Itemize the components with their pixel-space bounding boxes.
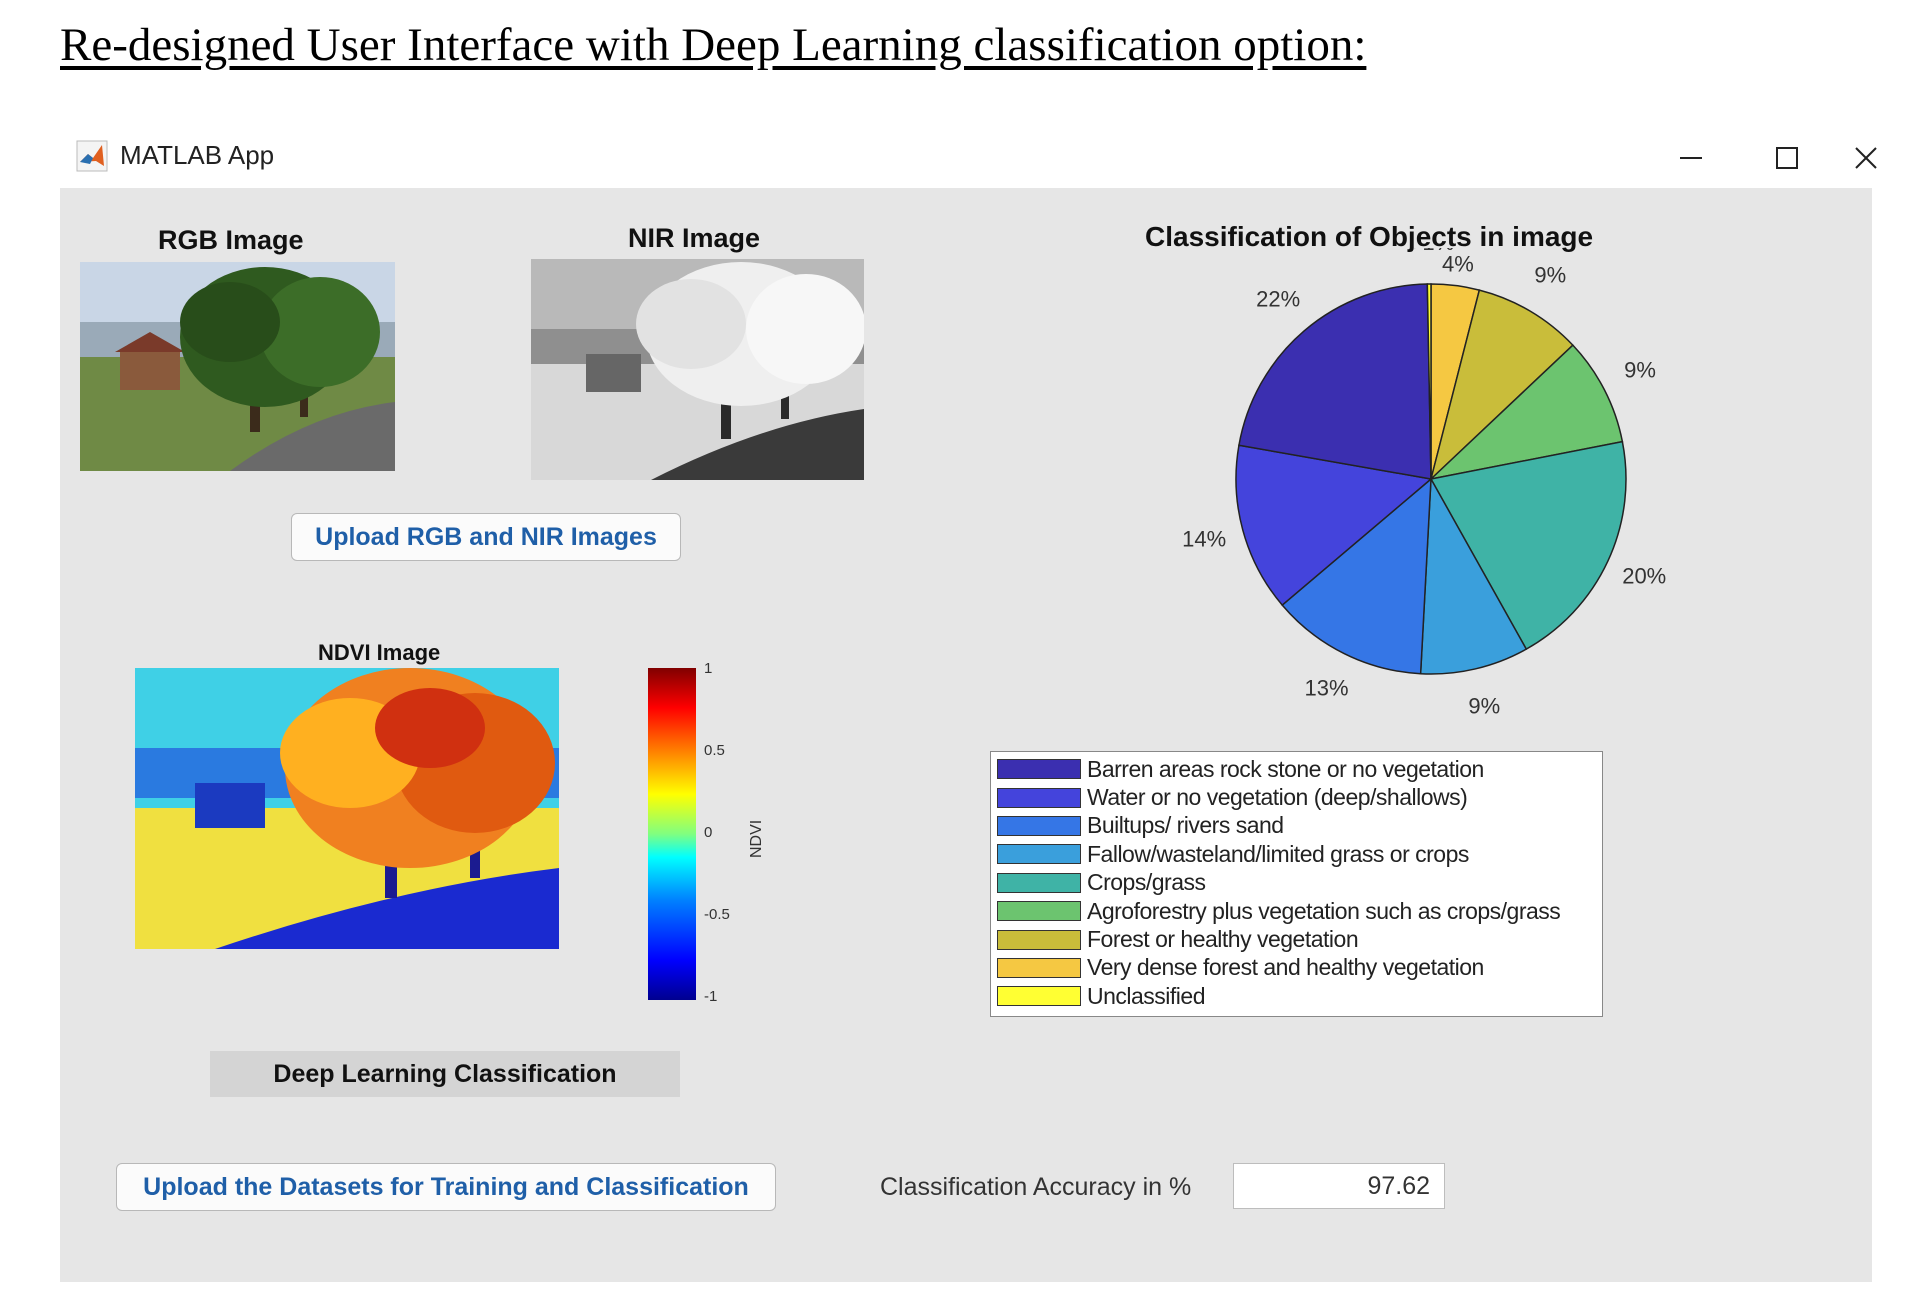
ndvi-image — [135, 668, 559, 949]
rgb-image — [80, 262, 395, 471]
pie-slice-label: 14% — [1182, 526, 1226, 551]
legend-swatch — [997, 929, 1081, 950]
colorbar-tick-1: 1 — [704, 660, 713, 677]
legend-label: Agroforestry plus vegetation such as cro… — [1087, 897, 1561, 924]
legend-label: Forest or healthy vegetation — [1087, 926, 1359, 953]
pie-slice-label: 22% — [1256, 286, 1300, 311]
maximize-button[interactable] — [1742, 128, 1832, 188]
legend-label: Fallow/wasteland/limited grass or crops — [1087, 840, 1469, 867]
rgb-image-label: RGB Image — [158, 225, 304, 255]
nir-image-label: NIR Image — [628, 223, 761, 253]
pie-slice-label: 20% — [1622, 564, 1666, 589]
legend-item: Crops/grass — [997, 869, 1596, 897]
legend-swatch — [997, 872, 1081, 893]
legend-item: Barren areas rock stone or no vegetation — [997, 755, 1596, 783]
colorbar-tick-0: 0 — [704, 824, 713, 841]
pie-slice — [1238, 283, 1432, 480]
legend-swatch — [997, 957, 1081, 978]
upload-datasets-button[interactable]: Upload the Datasets for Training and Cla… — [116, 1163, 776, 1211]
legend-item: Very dense forest and healthy vegetation — [997, 954, 1596, 982]
upload-rgb-nir-button[interactable]: Upload RGB and NIR Images — [291, 513, 681, 561]
legend-item: Water or no vegetation (deep/shallows) — [997, 783, 1596, 811]
legend-swatch — [997, 986, 1081, 1007]
colorbar-tick-neg-1: -1 — [704, 988, 718, 1005]
matlab-logo-icon — [76, 140, 108, 172]
legend-label: Unclassified — [1087, 982, 1206, 1009]
legend-item: Forest or healthy vegetation — [997, 925, 1596, 953]
accuracy-field[interactable] — [1233, 1163, 1445, 1209]
maximize-icon — [1776, 147, 1798, 169]
pie-chart: 4% 9% 9% 20% 9% 13% 14% 22% < 1% — [1182, 248, 1666, 719]
close-icon — [1855, 147, 1877, 169]
pie-slice-label: 13% — [1305, 675, 1349, 700]
colorbar-tick-neg-0-5: -0.5 — [704, 906, 730, 923]
deep-learning-classification-label: Deep Learning Classification — [210, 1051, 680, 1097]
legend-swatch — [997, 787, 1081, 808]
pie-slice-label: 9% — [1624, 357, 1656, 382]
pie-slice-label: 9% — [1468, 694, 1500, 719]
legend-swatch — [997, 815, 1081, 836]
legend-item: Agroforestry plus vegetation such as cro… — [997, 897, 1596, 925]
legend-item: Builtups/ rivers sand — [997, 812, 1596, 840]
nir-image — [531, 259, 864, 480]
colorbar-tick-0-5: 0.5 — [704, 742, 725, 759]
pie-slice-label: 4% — [1442, 251, 1474, 276]
legend-label: Barren areas rock stone or no vegetation — [1087, 755, 1484, 782]
legend-item: Fallow/wasteland/limited grass or crops — [997, 840, 1596, 868]
ndvi-colorbar — [648, 668, 696, 1000]
legend-label: Builtups/ rivers sand — [1087, 812, 1284, 839]
legend-label: Very dense forest and healthy vegetation — [1087, 954, 1484, 981]
legend-swatch — [997, 901, 1081, 922]
pie-legend: Barren areas rock stone or no vegetation… — [990, 751, 1603, 1017]
ndvi-image-label: NDVI Image — [318, 640, 441, 665]
legend-label: Water or no vegetation (deep/shallows) — [1087, 784, 1468, 811]
minimize-button[interactable] — [1646, 128, 1736, 188]
app-panel: RGB Image NIR Image Upload RGB and NIR I… — [60, 188, 1872, 1282]
pie-slice-label: < 1% — [1403, 248, 1454, 255]
window-title: MATLAB App — [120, 140, 275, 170]
document-heading: Re-designed User Interface with Deep Lea… — [60, 19, 1367, 71]
close-button[interactable] — [1838, 128, 1894, 188]
accuracy-label: Classification Accuracy in % — [880, 1173, 1192, 1201]
legend-item: Unclassified — [997, 982, 1596, 1010]
pie-slice-label: 9% — [1534, 262, 1566, 287]
minimize-icon — [1680, 157, 1702, 159]
legend-swatch — [997, 759, 1081, 780]
legend-swatch — [997, 844, 1081, 865]
window-titlebar: MATLAB App — [60, 128, 1877, 188]
colorbar-label: NDVI — [748, 819, 765, 858]
legend-label: Crops/grass — [1087, 869, 1206, 896]
